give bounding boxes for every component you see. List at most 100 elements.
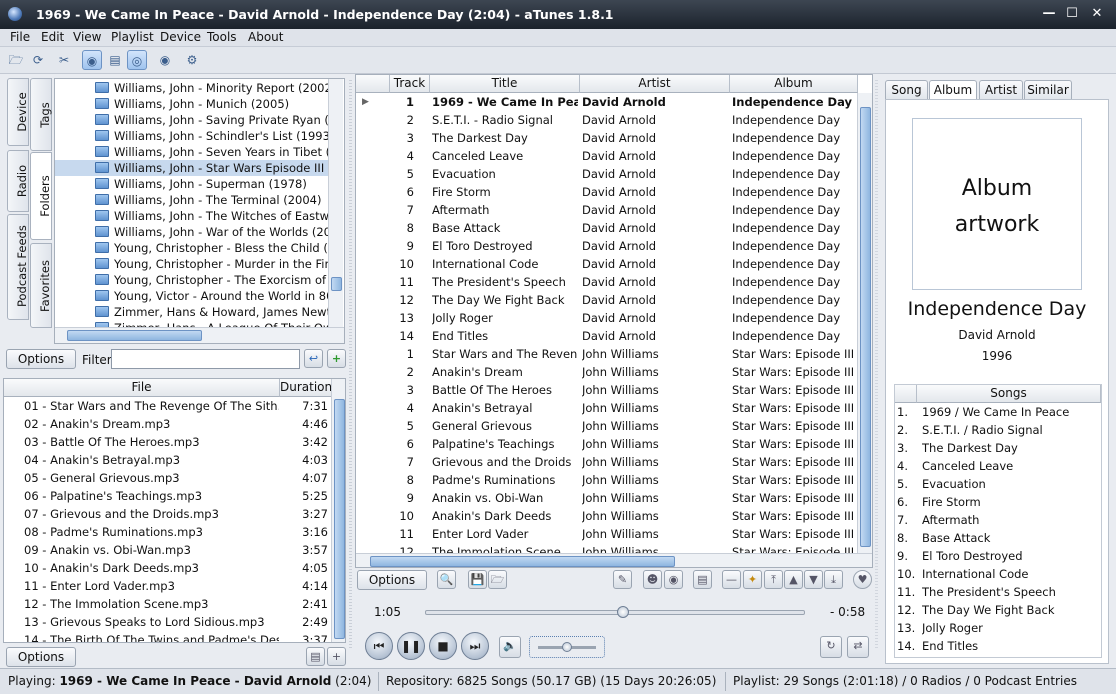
ripper-icon[interactable]: ◉ <box>155 50 175 70</box>
album-song-row[interactable]: 11. The President's Speech <box>895 583 1101 601</box>
file-column-header[interactable]: File <box>4 379 280 397</box>
search-icon[interactable]: 🔍 <box>437 570 456 589</box>
list-view-icon[interactable]: ▤ <box>306 647 325 666</box>
playlist-row[interactable]: 13 Jolly Roger David Arnold Independence Da… <box>356 309 857 327</box>
file-row[interactable]: 08 - Padme's Ruminations.mp3 3:16 <box>4 523 331 541</box>
album-song-row[interactable]: 4. Canceled Leave <box>895 457 1101 475</box>
close-icon[interactable]: ✕ <box>1088 6 1106 22</box>
load-playlist-icon[interactable]: 🗁 <box>488 570 507 589</box>
clear-icon[interactable]: ✦ <box>743 570 762 589</box>
tab-device[interactable]: Device <box>7 78 29 146</box>
volume-slider[interactable] <box>529 636 605 658</box>
album-song-row[interactable]: 10. International Code <box>895 565 1101 583</box>
file-row[interactable]: 05 - General Grievous.mp3 4:07 <box>4 469 331 487</box>
playlist-row[interactable]: 2 S.E.T.I. - Radio Signal David Arnold Inde… <box>356 111 857 129</box>
scroll-thumb[interactable] <box>860 107 871 547</box>
playlist-row[interactable]: 10 Anakin's Dark Deeds John Williams Star W… <box>356 507 857 525</box>
move-top-icon[interactable]: ⤒ <box>764 570 783 589</box>
add-icon[interactable]: + <box>327 647 346 666</box>
repeat-icon[interactable]: ↻ <box>820 636 842 658</box>
album-song-row[interactable]: 1. 1969 / We Came In Peace <box>895 403 1101 421</box>
tab-similar[interactable]: Similar <box>1024 80 1072 99</box>
playlist-row[interactable]: 9 Anakin vs. Obi-Wan John Williams Star War… <box>356 489 857 507</box>
file-options-button[interactable]: Options <box>6 647 76 667</box>
tab-folders[interactable]: Folders <box>30 152 52 240</box>
file-row[interactable]: 14 - The Birth Of The Twins and Padme's … <box>4 631 331 642</box>
menu-tools[interactable]: Tools <box>207 30 237 44</box>
folder-item[interactable]: Williams, John - Superman (1978) <box>55 176 328 192</box>
remove-icon[interactable]: — <box>722 570 741 589</box>
artist-icon[interactable]: ☻ <box>643 570 662 589</box>
folder-item[interactable]: Williams, John - Munich (2005) <box>55 96 328 112</box>
open-folder-icon[interactable]: 🗁 <box>6 50 26 70</box>
file-row[interactable]: 04 - Anakin's Betrayal.mp3 4:03 <box>4 451 331 469</box>
maximize-icon[interactable]: ☐ <box>1063 6 1081 22</box>
menu-playlist[interactable]: Playlist <box>111 30 154 44</box>
progress-thumb[interactable] <box>617 606 630 618</box>
next-icon[interactable]: ⏭ <box>461 632 489 660</box>
folder-tree-vscroll[interactable] <box>328 79 343 327</box>
playlist-row[interactable]: 11 The President's Speech David Arnold Inde… <box>356 273 857 291</box>
menu-file[interactable]: File <box>10 30 30 44</box>
playlist-row[interactable]: 12 The Day We Fight Back David Arnold Indep… <box>356 291 857 309</box>
favorite-icon[interactable]: ♥ <box>853 570 872 589</box>
playlist-row[interactable]: 4 Canceled Leave David Arnold Independence … <box>356 147 857 165</box>
shuffle-icon[interactable]: ⇄ <box>847 636 869 658</box>
album-song-row[interactable]: 3. The Darkest Day <box>895 439 1101 457</box>
file-row[interactable]: 13 - Grievous Speaks to Lord Sidious.mp3… <box>4 613 331 631</box>
playlist-row[interactable]: 4 Anakin's Betrayal John Williams Star Wars… <box>356 399 857 417</box>
status-column-header[interactable] <box>356 75 390 93</box>
playlist-row[interactable]: 11 Enter Lord Vader John Williams Star Wars… <box>356 525 857 543</box>
hscroll-thumb[interactable] <box>67 330 202 341</box>
album-song-row[interactable]: 6. Fire Storm <box>895 493 1101 511</box>
context-panel-icon[interactable]: ◎ <box>127 50 147 70</box>
playlist-row[interactable]: 7 Grievous and the Droids John Williams Sta… <box>356 453 857 471</box>
playlist-row[interactable]: 6 Fire Storm David Arnold Independence Day <box>356 183 857 201</box>
file-row[interactable]: 11 - Enter Lord Vader.mp3 4:14 <box>4 577 331 595</box>
folder-item[interactable]: Williams, John - Seven Years in Tibet (1… <box>55 144 328 160</box>
add-filter-icon[interactable]: + <box>327 349 346 368</box>
menu-device[interactable]: Device <box>160 30 201 44</box>
playlist-vscroll[interactable] <box>857 93 872 553</box>
album-song-row[interactable]: 7. Aftermath <box>895 511 1101 529</box>
navigator-toggle-icon[interactable]: ◉ <box>82 50 102 70</box>
tab-song[interactable]: Song <box>885 80 928 99</box>
playlist-row[interactable]: 8 Padme's Ruminations John Williams Star Wa… <box>356 471 857 489</box>
tab-podcast-feeds[interactable]: Podcast Feeds <box>7 214 29 320</box>
tab-radio[interactable]: Radio <box>7 150 29 212</box>
folder-item[interactable]: Williams, John - Minority Report (2002) <box>55 80 328 96</box>
menu-about[interactable]: About <box>248 30 283 44</box>
folder-tree-hscroll[interactable] <box>55 327 344 343</box>
info-icon[interactable]: ▤ <box>693 570 712 589</box>
pause-icon[interactable]: ❚❚ <box>397 632 425 660</box>
splitter[interactable] <box>349 80 352 650</box>
folder-item[interactable]: Young, Christopher - Murder in the First <box>55 256 328 272</box>
file-row[interactable]: 03 - Battle Of The Heroes.mp3 3:42 <box>4 433 331 451</box>
album-song-row[interactable]: 14. End Titles <box>895 637 1101 655</box>
minimize-icon[interactable]: — <box>1040 6 1058 22</box>
filter-input[interactable] <box>111 349 300 369</box>
duration-column-header[interactable]: Duration <box>280 379 332 397</box>
album-song-row[interactable]: 9. El Toro Destroyed <box>895 547 1101 565</box>
playlist-row[interactable]: 3 The Darkest Day David Arnold Independence… <box>356 129 857 147</box>
move-bottom-icon[interactable]: ⤓ <box>824 570 843 589</box>
volume-thumb[interactable] <box>562 642 572 652</box>
stop-icon[interactable]: ■ <box>429 632 457 660</box>
songs-column-header[interactable]: Songs <box>917 385 1101 403</box>
preferences-icon[interactable]: ✂ <box>54 50 74 70</box>
menu-view[interactable]: View <box>73 30 101 44</box>
scroll-thumb[interactable] <box>334 399 345 639</box>
tab-favorites[interactable]: Favorites <box>30 243 52 328</box>
file-list-vscroll[interactable] <box>331 379 345 642</box>
playlist-row[interactable]: 3 Battle Of The Heroes John Williams Star W… <box>356 381 857 399</box>
playlist-row[interactable]: 14 End Titles David Arnold Independence Day <box>356 327 857 345</box>
move-down-icon[interactable]: ▼ <box>804 570 823 589</box>
playlist-row[interactable]: 6 Palpatine's Teachings John Williams Star … <box>356 435 857 453</box>
tab-artist[interactable]: Artist <box>979 80 1023 99</box>
file-row[interactable]: 02 - Anakin's Dream.mp3 4:46 <box>4 415 331 433</box>
folder-item[interactable]: Williams, John - Saving Private Ryan (19 <box>55 112 328 128</box>
playlist-row[interactable]: 9 El Toro Destroyed David Arnold Independen… <box>356 237 857 255</box>
folder-item[interactable]: Young, Victor - Around the World in 80 I <box>55 288 328 304</box>
folder-item[interactable]: Williams, John - Schindler's List (1993) <box>55 128 328 144</box>
menu-edit[interactable]: Edit <box>41 30 64 44</box>
